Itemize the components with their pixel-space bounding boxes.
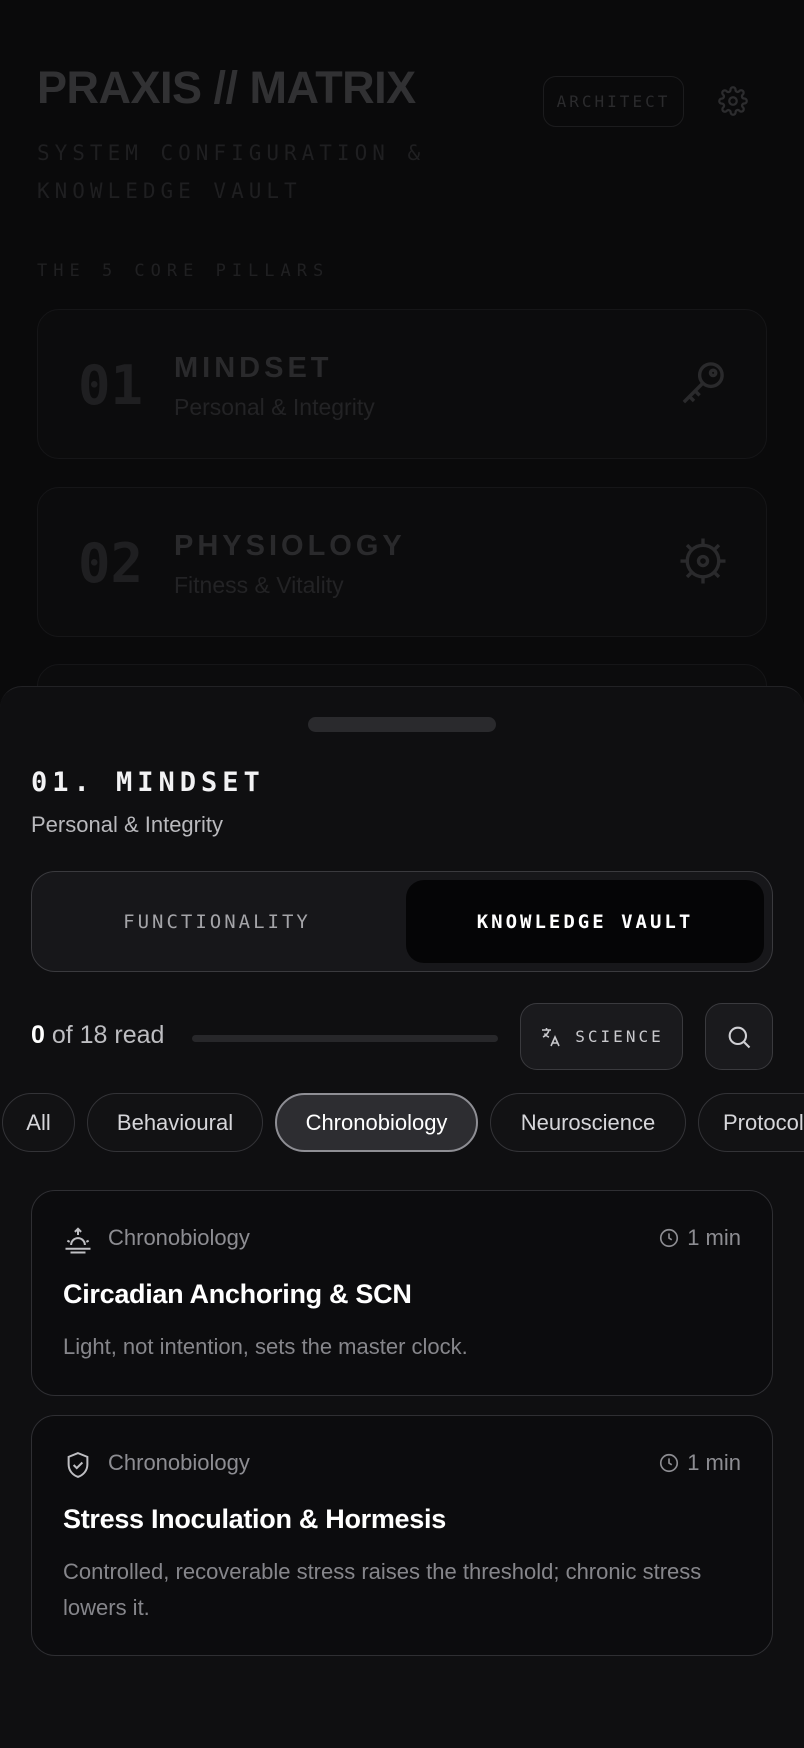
filter-chip-behavioural[interactable]: Behavioural — [87, 1093, 263, 1152]
article-category: Chronobiology — [108, 1450, 250, 1475]
article-summary: Light, not intention, sets the master cl… — [63, 1334, 468, 1359]
sheet-subtitle: Personal & Integrity — [31, 812, 223, 837]
key-icon — [682, 362, 724, 404]
article-read-time: 1 min — [658, 1225, 741, 1251]
filter-chip-all[interactable]: All — [2, 1093, 75, 1152]
article-title: Circadian Anchoring & SCN — [63, 1279, 412, 1309]
pillar-desc: Personal & Integrity — [174, 394, 375, 420]
app-subtitle: SYSTEM CONFIGURATION & KNOWLEDGE VAULT — [37, 141, 426, 203]
read-time-label: 1 min — [687, 1450, 741, 1475]
article-summary: Controlled, recoverable stress raises th… — [63, 1559, 702, 1620]
clock-icon — [660, 1228, 679, 1248]
translate-icon — [542, 1027, 561, 1046]
sunrise-icon — [65, 1227, 91, 1254]
filter-chip-neuroscience[interactable]: Neuroscience — [490, 1093, 686, 1152]
search-icon — [728, 1026, 751, 1048]
pillar-number: 02 — [78, 532, 144, 595]
pillar-detail-sheet: 01. MINDSET Personal & Integrity FUNCTIO… — [0, 686, 804, 1748]
pillars-heading: THE 5 CORE PILLARS — [37, 261, 330, 281]
filter-chip-protocols[interactable]: Protocols — [698, 1093, 804, 1152]
science-label: SCIENCE — [575, 1027, 664, 1046]
article-title: Stress Inoculation & Hormesis — [63, 1504, 446, 1534]
pillar-number: 01 — [78, 354, 144, 417]
category-filter-row: All Behavioural Chronobiology Neuroscien… — [0, 1093, 804, 1157]
pillar-card-mindset[interactable]: 01 MINDSET Personal & Integrity — [37, 309, 767, 459]
filter-chip-chronobiology[interactable]: Chronobiology — [275, 1093, 478, 1152]
read-time-label: 1 min — [687, 1225, 741, 1250]
clock-icon — [660, 1453, 679, 1473]
read-total: of 18 read — [51, 1021, 165, 1049]
read-count: 0 — [31, 1021, 45, 1049]
shield-check-icon — [67, 1452, 89, 1478]
pillar-card-physiology[interactable]: 02 PHYSIOLOGY Fitness & Vitality — [37, 487, 767, 637]
article-card-stress-inoculation[interactable]: Chronobiology 1 min Stress Inoculation &… — [31, 1415, 773, 1656]
article-card-circadian[interactable]: Chronobiology 1 min Circadian Anchoring … — [31, 1190, 773, 1396]
role-badge[interactable]: ARCHITECT — [543, 76, 684, 127]
article-category: Chronobiology — [108, 1225, 250, 1250]
pillar-name: PHYSIOLOGY — [174, 530, 406, 562]
settings-gear-icon[interactable] — [718, 86, 748, 116]
article-read-time: 1 min — [658, 1450, 741, 1476]
cog-icon — [680, 538, 726, 584]
sheet-title: 01. MINDSET — [31, 767, 265, 798]
search-button[interactable] — [705, 1003, 773, 1070]
pillar-desc: Fitness & Vitality — [174, 572, 344, 598]
pillar-name: MINDSET — [174, 352, 333, 384]
read-progress-bar — [192, 1035, 498, 1042]
science-translate-button[interactable]: SCIENCE — [520, 1003, 683, 1070]
tab-knowledge-vault[interactable]: KNOWLEDGE VAULT — [406, 880, 764, 963]
tab-switcher: FUNCTIONALITY KNOWLEDGE VAULT — [31, 871, 773, 972]
sheet-drag-handle[interactable] — [308, 717, 496, 732]
read-progress-text: 0 of 18 read — [31, 1021, 164, 1050]
app-title: PRAXIS // MATRIX — [37, 62, 416, 113]
tab-functionality[interactable]: FUNCTIONALITY — [32, 872, 402, 971]
